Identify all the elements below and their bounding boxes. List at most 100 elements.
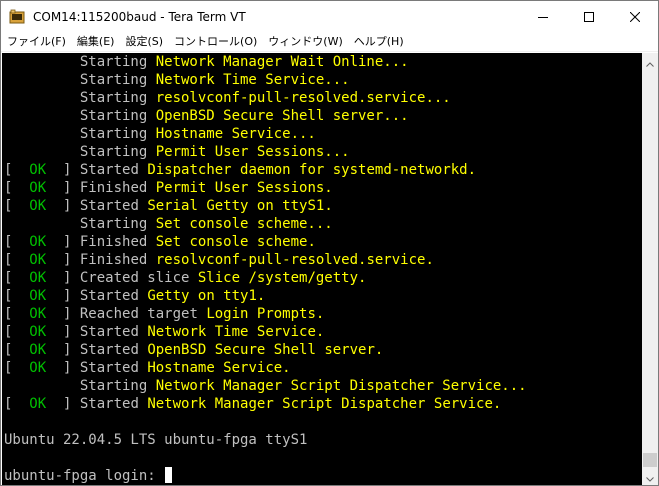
terminal-text: ] Started: [46, 396, 148, 412]
terminal-text: Network Time Service.: [147, 324, 325, 340]
menu-control[interactable]: コントロール(O): [168, 32, 262, 51]
status-ok-text: OK: [29, 342, 47, 358]
terminal-text: Starting: [4, 90, 156, 106]
status-ok-text: OK: [29, 180, 47, 196]
maximize-button[interactable]: [566, 1, 612, 32]
terminal-text: ] Started: [46, 342, 148, 358]
terminal-text: Starting: [4, 126, 156, 142]
terminal-line: [ OK ] Created slice Slice /system/getty…: [4, 269, 527, 287]
menu-edit[interactable]: 編集(E): [71, 32, 120, 51]
terminal-text: Hostname Service...: [155, 126, 316, 142]
terminal-text: Slice /system/getty.: [197, 270, 367, 286]
terminal-text: Starting: [4, 54, 156, 70]
terminal-line: Starting OpenBSD Secure Shell server...: [4, 107, 527, 125]
status-ok-text: OK: [29, 288, 47, 304]
terminal-text: Permit User Sessions...: [155, 144, 350, 160]
minimize-button[interactable]: [520, 1, 566, 32]
status-ok-text: OK: [29, 162, 47, 178]
terminal-text: Starting: [4, 72, 156, 88]
terminal-text: Network Time Service...: [155, 72, 350, 88]
window-title: COM14:115200baud - Tera Term VT: [33, 9, 246, 24]
terminal-line: Ubuntu 22.04.5 LTS ubuntu-fpga ttyS1: [4, 431, 527, 449]
tera-term-icon[interactable]: [9, 9, 25, 25]
terminal-line: [ OK ] Finished Permit User Sessions.: [4, 179, 527, 197]
terminal-text: ] Finished: [46, 234, 156, 250]
terminal-line: [ OK ] Started Network Time Service.: [4, 323, 527, 341]
login-prompt-line: ubuntu-fpga login:: [4, 467, 527, 485]
terminal-line: [ OK ] Finished Set console scheme.: [4, 233, 527, 251]
terminal-text: [: [4, 324, 30, 340]
terminal-text: OpenBSD Secure Shell server.: [147, 342, 384, 358]
status-ok-text: OK: [29, 306, 47, 322]
terminal-text: ] Started: [46, 162, 148, 178]
terminal-text: [: [4, 198, 30, 214]
scroll-up-button[interactable]: [642, 53, 658, 70]
status-ok-text: OK: [29, 234, 47, 250]
terminal-text: Starting: [4, 378, 156, 394]
menu-bar: ファイル(F) 編集(E) 設定(S) コントロール(O) ウィンドウ(W) ヘ…: [1, 32, 658, 52]
terminal-text: Hostname Service.: [147, 360, 291, 376]
terminal-line: [ OK ] Started Dispatcher daemon for sys…: [4, 161, 527, 179]
menu-setup[interactable]: 設定(S): [119, 32, 168, 51]
minimize-icon: [538, 12, 548, 22]
vertical-scrollbar[interactable]: [642, 53, 658, 485]
terminal-line: Starting Network Time Service...: [4, 71, 527, 89]
terminal-screen[interactable]: Starting Network Manager Wait Online... …: [2, 53, 642, 485]
terminal-text: Dispatcher daemon for systemd-networkd.: [147, 162, 477, 178]
terminal-line: Starting Permit User Sessions...: [4, 143, 527, 161]
terminal-line: Starting Hostname Service...: [4, 125, 527, 143]
status-ok-text: OK: [29, 198, 47, 214]
terminal-line: Starting Set console scheme...: [4, 215, 527, 233]
terminal-text: Ubuntu 22.04.5 LTS ubuntu-fpga ttyS1: [4, 432, 308, 448]
terminal-text: resolvconf-pull-resolved.service.: [155, 252, 434, 268]
status-ok-text: OK: [29, 252, 47, 268]
terminal-text: ] Finished: [46, 180, 156, 196]
terminal-text: ] Started: [46, 360, 148, 376]
terminal-text: Login Prompts.: [206, 306, 325, 322]
terminal-line: [ OK ] Started Getty on tty1.: [4, 287, 527, 305]
terminal-line: Starting Network Manager Wait Online...: [4, 53, 527, 71]
menu-file[interactable]: ファイル(F): [1, 32, 71, 51]
terminal-text: Starting: [4, 144, 156, 160]
close-button[interactable]: [612, 1, 658, 32]
terminal-text: ] Started: [46, 198, 148, 214]
menu-help[interactable]: ヘルプ(H): [348, 32, 409, 51]
terminal-text: OpenBSD Secure Shell server...: [155, 108, 409, 124]
title-bar[interactable]: COM14:115200baud - Tera Term VT: [1, 1, 658, 32]
terminal-text: [: [4, 162, 30, 178]
terminal-output: Starting Network Manager Wait Online... …: [4, 53, 527, 485]
terminal-line: [ OK ] Started OpenBSD Secure Shell serv…: [4, 341, 527, 359]
terminal-text: Serial Getty on ttyS1.: [147, 198, 333, 214]
terminal-text: Getty on tty1.: [147, 288, 266, 304]
terminal-text: Permit User Sessions.: [155, 180, 333, 196]
window-controls: [520, 1, 658, 32]
menu-window[interactable]: ウィンドウ(W): [262, 32, 347, 51]
terminal-text: Set console scheme.: [155, 234, 316, 250]
maximize-icon: [584, 11, 594, 22]
terminal-text: [: [4, 270, 30, 286]
tera-term-window: COM14:115200baud - Tera Term VT ファイル(F) …: [0, 0, 659, 486]
terminal-text: ] Started: [46, 288, 148, 304]
terminal-text: ] Finished: [46, 252, 156, 268]
terminal-text: [: [4, 180, 30, 196]
terminal-text: Network Manager Script Dispatcher Servic…: [155, 378, 527, 394]
terminal-line: [ OK ] Started Serial Getty on ttyS1.: [4, 197, 527, 215]
status-ok-text: OK: [29, 396, 47, 412]
scroll-thumb[interactable]: [643, 453, 657, 467]
terminal-text: [: [4, 252, 30, 268]
terminal-text: Set console scheme...: [155, 216, 333, 232]
text-cursor: [165, 467, 173, 483]
close-icon: [630, 11, 640, 22]
terminal-text: [: [4, 360, 30, 376]
terminal-text: Starting: [4, 108, 156, 124]
terminal-text: ] Created slice: [46, 270, 198, 286]
status-ok-text: OK: [29, 270, 47, 286]
terminal-text: [: [4, 234, 30, 250]
terminal-text: Network Manager Wait Online...: [155, 54, 409, 70]
scroll-down-button[interactable]: [642, 468, 658, 485]
terminal-line: [ OK ] Started Network Manager Script Di…: [4, 395, 527, 413]
terminal-text: Starting: [4, 216, 156, 232]
status-ok-text: OK: [29, 324, 47, 340]
